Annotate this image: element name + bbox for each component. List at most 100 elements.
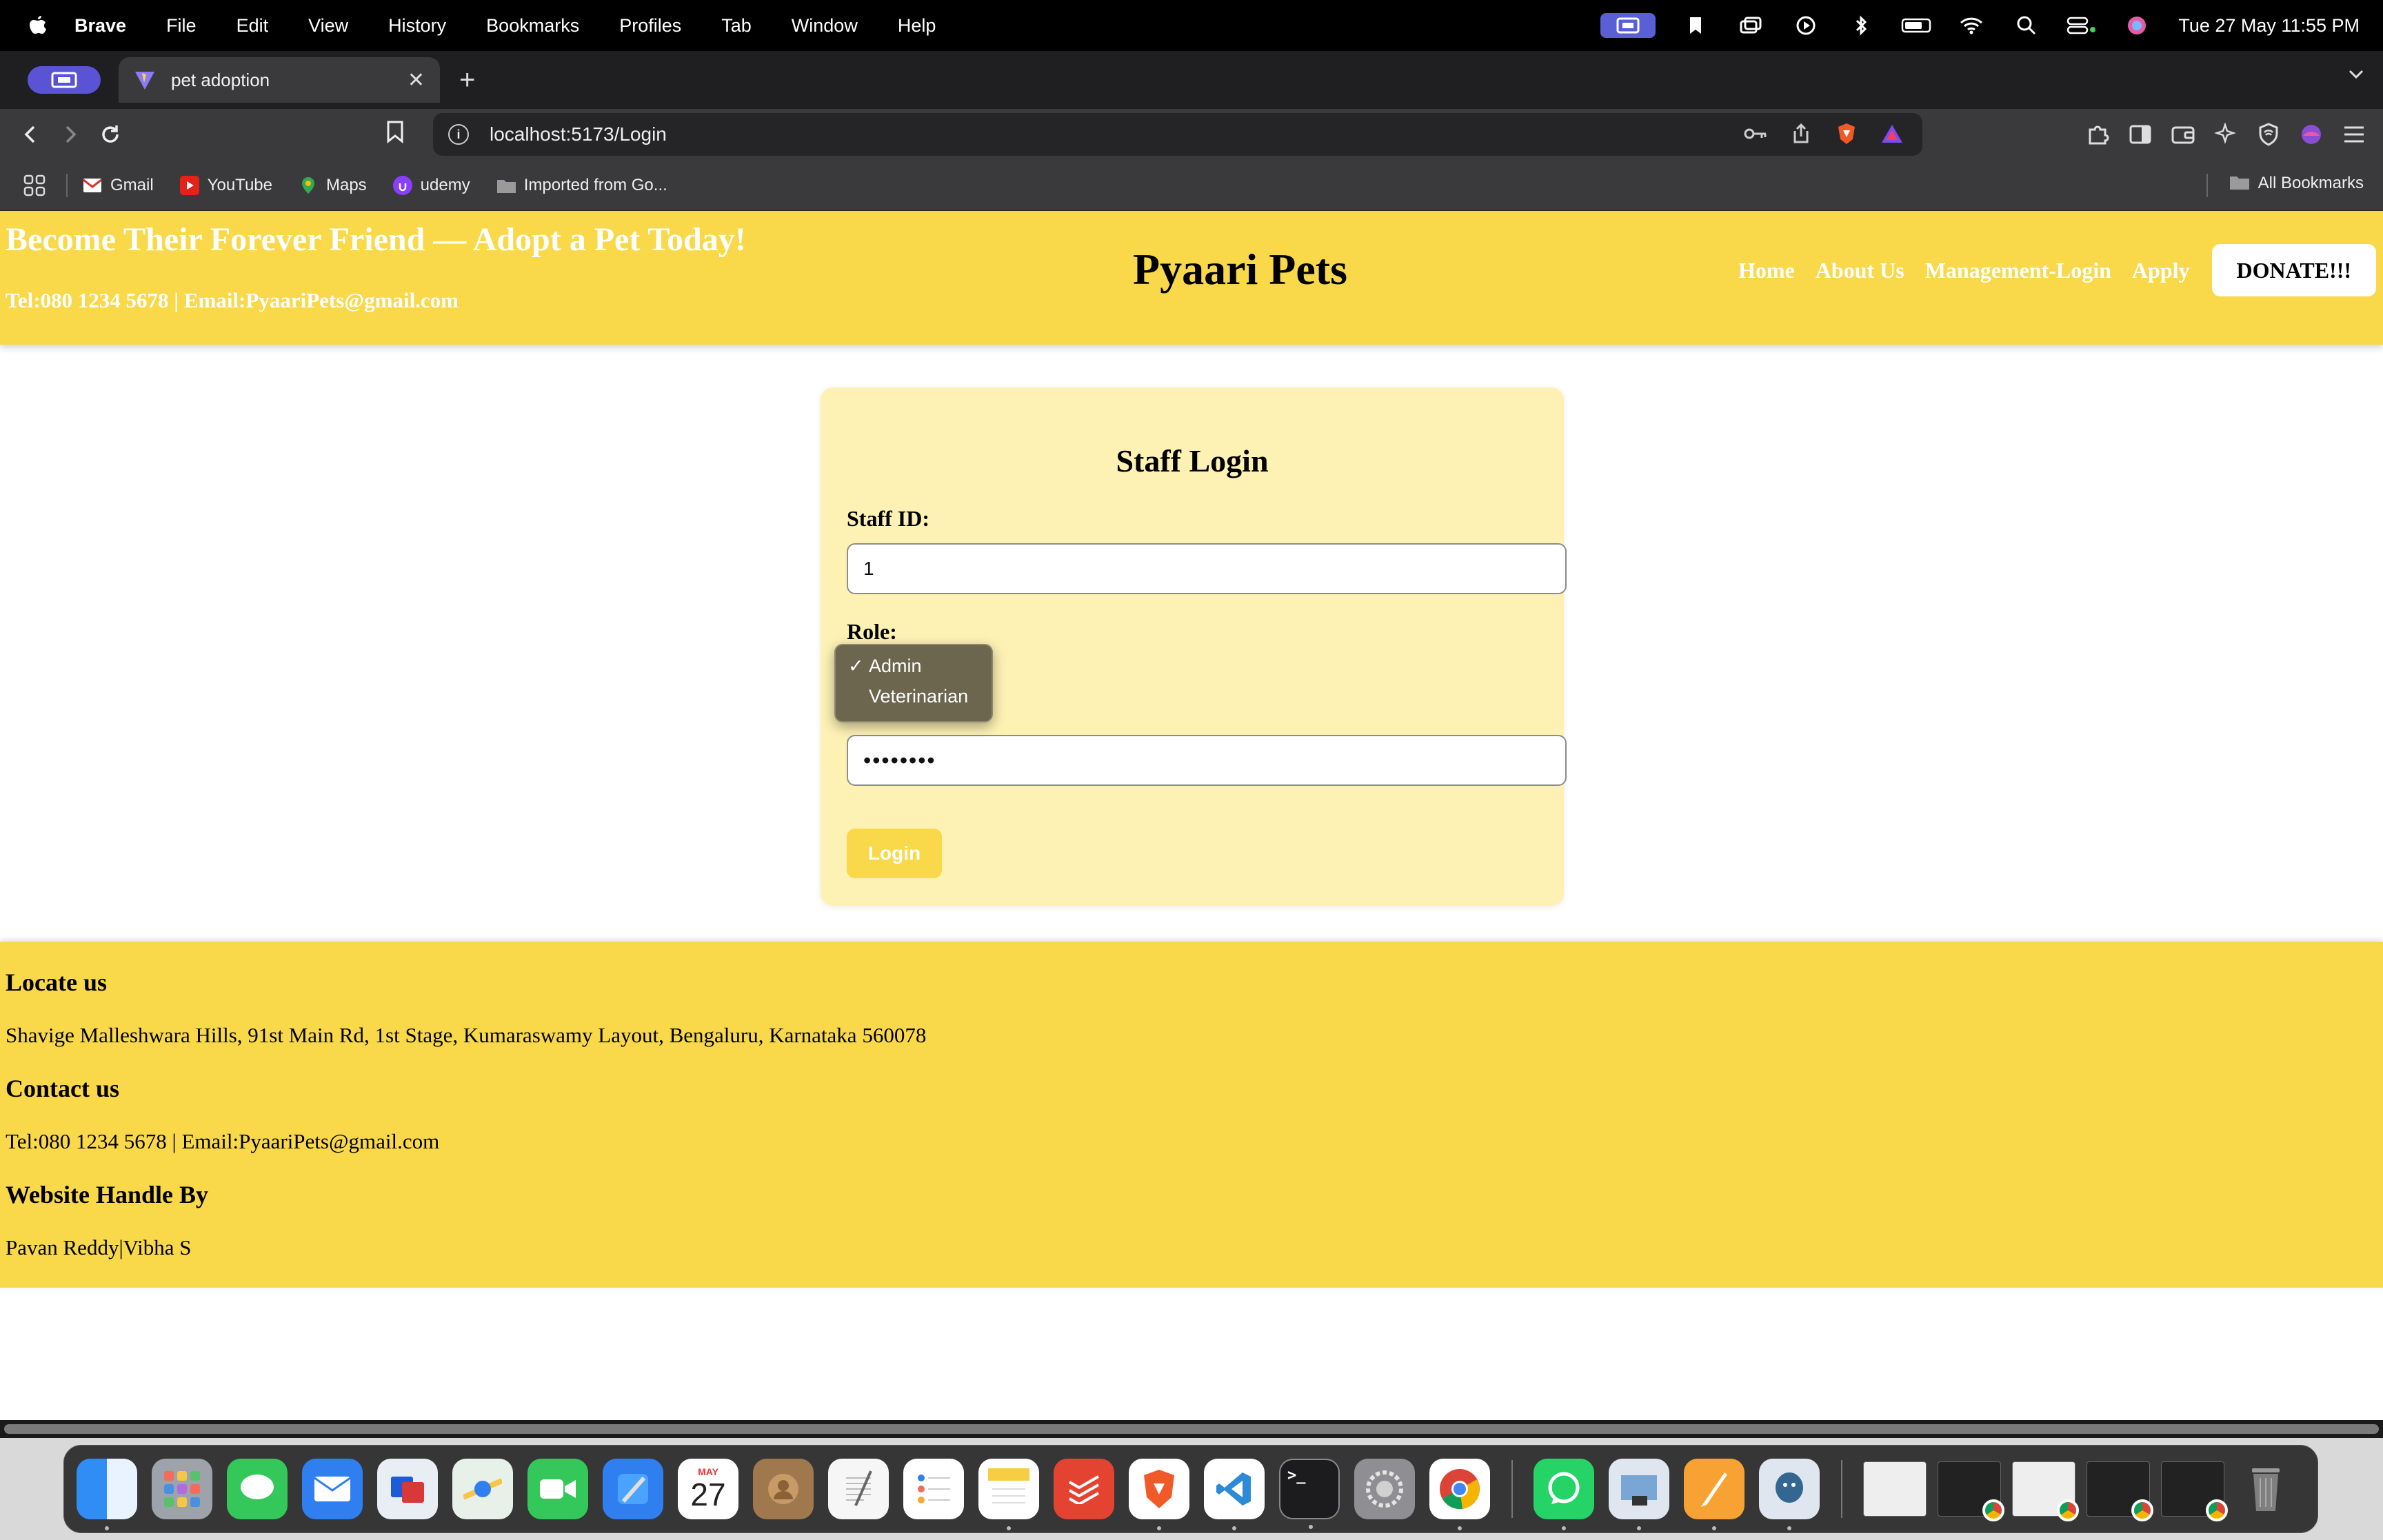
bookmark-gmail[interactable]: Gmail [83, 176, 154, 195]
trash-icon[interactable] [2235, 1459, 2296, 1519]
minimized-window-chrome-2[interactable] [2012, 1461, 2079, 1521]
all-bookmarks-button[interactable]: All Bookmarks [2229, 174, 2364, 193]
menu-bookmarks[interactable]: Bookmarks [486, 15, 579, 37]
reload-icon[interactable] [95, 119, 125, 150]
new-tab-icon[interactable]: + [459, 65, 475, 96]
minimized-window-chrome-4[interactable] [2161, 1461, 2228, 1521]
vpn-shield-icon[interactable] [2255, 121, 2282, 148]
role-option-veterinarian[interactable]: Veterinarian [836, 681, 992, 711]
share-icon[interactable] [1789, 121, 1813, 146]
minimized-window-chrome-1[interactable] [1938, 1461, 2004, 1521]
all-bookmarks-divider [2206, 174, 2208, 197]
menubar-clock[interactable]: Tue 27 May 11:55 PM [2178, 15, 2360, 37]
calendar-icon[interactable]: MAY 27 [678, 1459, 738, 1519]
screen-share-icon[interactable] [1600, 13, 1656, 38]
header-contact: Tel:080 1234 5678 | Email:PyaariPets@gma… [6, 288, 459, 312]
donate-button[interactable]: DONATE!!! [2211, 244, 2376, 296]
menu-file[interactable]: File [166, 15, 197, 37]
bookmark-udemy[interactable]: udemy [392, 175, 470, 195]
bookmark-imported-folder[interactable]: Imported from Go... [496, 176, 667, 195]
mail-icon[interactable] [302, 1459, 363, 1519]
notes-icon[interactable] [978, 1459, 1039, 1530]
role-option-admin[interactable]: ✓ Admin [836, 651, 992, 681]
apps-grid-icon[interactable] [21, 172, 48, 199]
nav-apply[interactable]: Apply [2132, 258, 2190, 283]
brave-browser-icon[interactable] [1129, 1459, 1189, 1530]
pages-icon[interactable] [1684, 1459, 1744, 1530]
system-settings-icon[interactable] [1354, 1459, 1415, 1519]
profile-switcher-icon[interactable] [28, 66, 101, 94]
tab-pet-adoption[interactable]: pet adoption ✕ [119, 57, 440, 103]
nav-management-login[interactable]: Management-Login [1925, 258, 2111, 283]
scrollbar-thumb[interactable] [4, 1424, 2379, 1434]
leo-ai-icon[interactable] [2212, 121, 2240, 148]
bookmark-tray-icon[interactable] [1680, 13, 1711, 38]
hamburger-menu-icon[interactable] [2340, 121, 2368, 148]
menu-app-name[interactable]: Brave [74, 15, 126, 37]
site-info-icon[interactable]: i [448, 124, 469, 145]
bookmark-maps[interactable]: Maps [299, 176, 367, 195]
menu-profiles[interactable]: Profiles [619, 15, 681, 37]
play-circle-icon[interactable] [1791, 13, 1821, 38]
spotlight-search-icon[interactable] [2011, 13, 2042, 38]
nav-about-us[interactable]: About Us [1816, 258, 1904, 283]
wifi-icon[interactable] [1956, 13, 1987, 38]
sidebar-toggle-icon[interactable] [2126, 121, 2154, 148]
address-bar[interactable]: i localhost:5173/Login [433, 113, 1922, 156]
role-select-dropdown[interactable]: ✓ Admin Veterinarian [834, 644, 993, 722]
login-button[interactable]: Login [847, 829, 942, 878]
brave-rewards-icon[interactable] [1880, 121, 1904, 146]
vscode-icon[interactable] [1204, 1459, 1265, 1530]
menu-help[interactable]: Help [898, 15, 936, 37]
bookmark-page-icon[interactable] [386, 120, 404, 147]
facetime-icon[interactable] [527, 1459, 588, 1519]
apple-logo-icon[interactable] [28, 14, 48, 37]
password-input[interactable]: •••••••• [847, 735, 1567, 786]
menu-view[interactable]: View [308, 15, 348, 37]
back-arrow-icon[interactable] [15, 119, 46, 150]
tab-search-chevron-icon[interactable] [2347, 65, 2365, 86]
preview-icon[interactable] [1609, 1459, 1669, 1530]
key-icon[interactable] [1743, 121, 1768, 146]
chrome-icon[interactable] [1429, 1459, 1490, 1530]
todoist-icon[interactable] [1054, 1459, 1114, 1519]
profile-avatar-icon[interactable] [2297, 121, 2325, 148]
terminal-icon[interactable]: >_ [1279, 1459, 1340, 1529]
textedit-icon[interactable] [828, 1459, 889, 1519]
messages-icon[interactable] [227, 1459, 288, 1519]
postgresql-icon[interactable] [1759, 1459, 1820, 1530]
header-tagline: Become Their Forever Friend — Adopt a Pe… [6, 221, 746, 258]
contacts-icon[interactable] [753, 1459, 814, 1519]
remote-desktop-icon[interactable] [377, 1459, 438, 1519]
nav-home[interactable]: Home [1738, 258, 1795, 283]
menu-edit[interactable]: Edit [237, 15, 269, 37]
staff-id-input[interactable]: 1 [847, 543, 1567, 594]
checkmark-icon: ✓ [848, 655, 864, 676]
brave-shields-icon[interactable] [1834, 121, 1859, 146]
wallet-icon[interactable] [2169, 121, 2197, 148]
menu-window[interactable]: Window [792, 15, 858, 37]
launchpad-icon[interactable] [152, 1459, 212, 1519]
minimized-window-chrome-3[interactable] [2087, 1461, 2153, 1521]
control-center-icon[interactable] [2067, 13, 2097, 38]
finder-icon[interactable] [77, 1459, 137, 1530]
bluetooth-icon[interactable] [1846, 13, 1876, 38]
horizontal-scrollbar[interactable] [0, 1420, 2383, 1438]
forward-arrow-icon[interactable] [55, 119, 86, 150]
window-stack-icon[interactable] [1736, 13, 1766, 38]
maps-icon[interactable] [452, 1459, 513, 1519]
siri-icon[interactable] [2122, 13, 2152, 38]
minimized-window-document[interactable] [1863, 1461, 1927, 1517]
vite-favicon-icon [134, 69, 156, 91]
address-url[interactable]: localhost:5173/Login [490, 123, 667, 145]
tab-close-icon[interactable]: ✕ [408, 68, 425, 92]
menu-history[interactable]: History [388, 15, 446, 37]
bookmark-youtube[interactable]: YouTube [179, 175, 272, 195]
xcode-icon[interactable] [603, 1459, 663, 1519]
battery-icon[interactable] [1901, 13, 1931, 38]
menu-tab[interactable]: Tab [721, 15, 752, 37]
extensions-puzzle-icon[interactable] [2084, 121, 2111, 148]
site-brand[interactable]: Pyaari Pets [1133, 244, 1347, 295]
whatsapp-icon[interactable] [1534, 1459, 1594, 1530]
reminders-icon[interactable] [903, 1459, 964, 1519]
